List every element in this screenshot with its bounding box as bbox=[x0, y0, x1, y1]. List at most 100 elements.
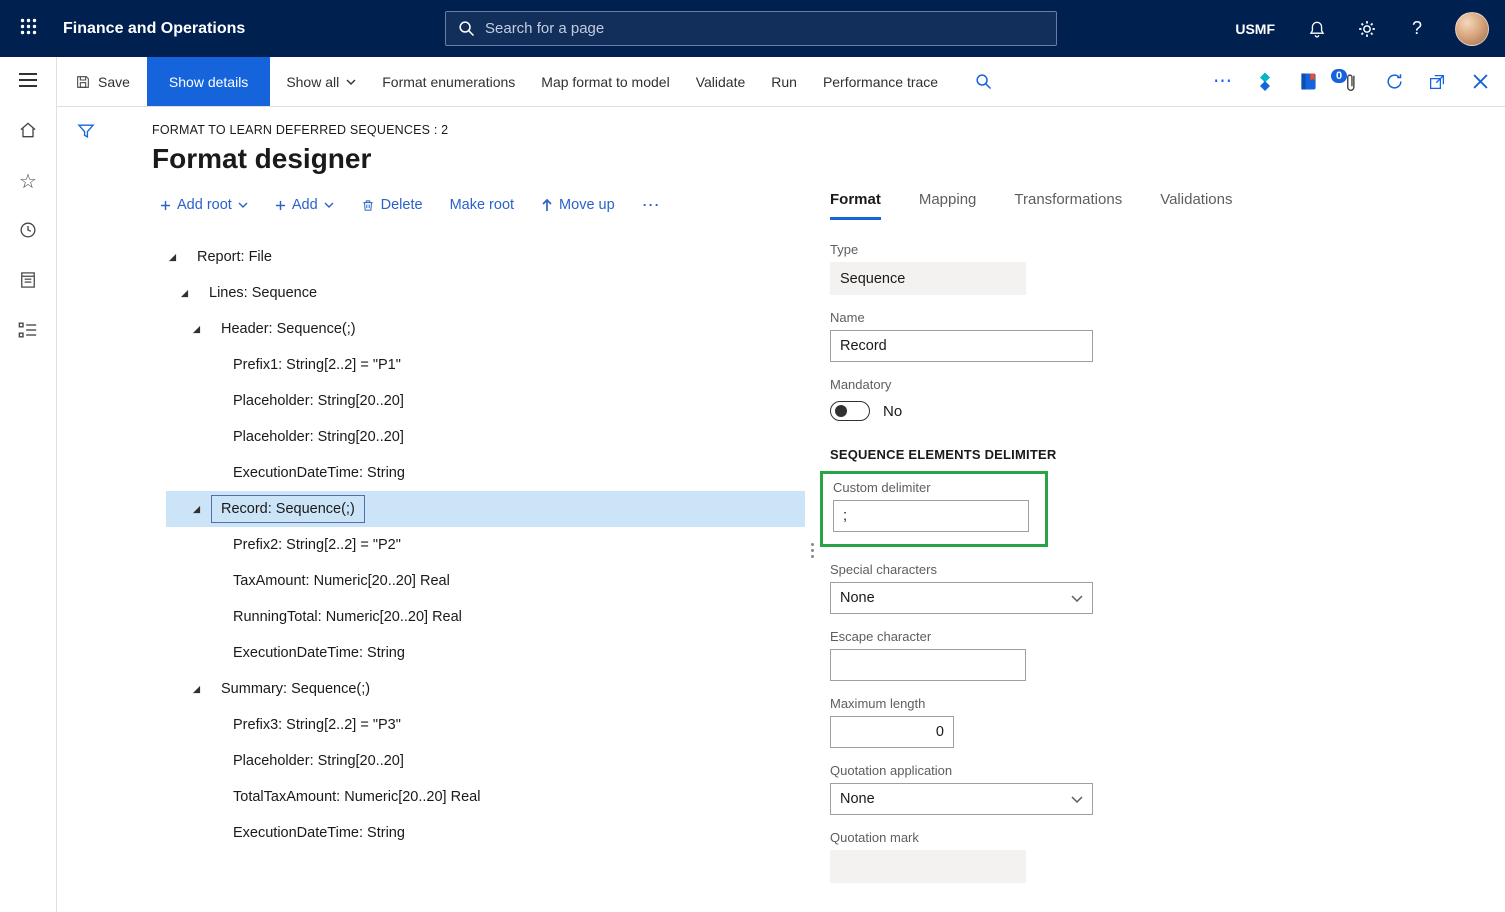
collapse-triangle-icon[interactable] bbox=[168, 253, 197, 262]
tree-node[interactable]: Placeholder: String[20..20] bbox=[166, 419, 805, 455]
special-characters-value: None bbox=[840, 590, 875, 606]
home-button[interactable] bbox=[0, 107, 56, 157]
company-picker[interactable]: USMF bbox=[1235, 21, 1275, 37]
tree-node[interactable]: Placeholder: String[20..20] bbox=[166, 383, 805, 419]
move-up-button[interactable]: Move up bbox=[541, 197, 615, 213]
tree-node[interactable]: Header: Sequence(;) bbox=[166, 311, 805, 347]
more-options-button[interactable]: ⋯ bbox=[1213, 72, 1233, 91]
mandatory-label: Mandatory bbox=[830, 377, 902, 392]
maximum-length-input[interactable] bbox=[830, 716, 954, 748]
tree-node[interactable]: Prefix1: String[2..2] = "P1" bbox=[166, 347, 805, 383]
custom-delimiter-label: Custom delimiter bbox=[833, 480, 1029, 495]
mandatory-toggle[interactable] bbox=[830, 401, 870, 421]
tree-toolbar-more-button[interactable]: ⋯ bbox=[642, 195, 661, 216]
validate-button[interactable]: Validate bbox=[683, 57, 759, 106]
tab-transformations[interactable]: Transformations bbox=[1014, 191, 1122, 220]
notifications-bell-icon[interactable] bbox=[1305, 19, 1329, 39]
attachments-button[interactable]: 0 bbox=[1340, 71, 1362, 92]
tree-toolbar: Add root Add bbox=[152, 191, 805, 219]
designer-apps-icon[interactable] bbox=[1254, 72, 1276, 92]
left-navigation-rail: ☆ bbox=[0, 57, 57, 912]
page-content: FORMAT TO LEARN DEFERRED SEQUENCES : 2 F… bbox=[57, 107, 1505, 912]
quotation-application-field-group: Quotation application None bbox=[830, 763, 1093, 815]
open-in-new-window-button[interactable] bbox=[1426, 73, 1448, 91]
map-format-to-model-label: Map format to model bbox=[541, 74, 669, 90]
app-title[interactable]: Finance and Operations bbox=[63, 20, 245, 38]
star-icon: ☆ bbox=[19, 172, 37, 192]
save-button[interactable]: Save bbox=[57, 57, 144, 106]
add-button[interactable]: Add bbox=[275, 197, 334, 213]
close-button[interactable] bbox=[1469, 74, 1491, 89]
make-root-label: Make root bbox=[450, 197, 514, 213]
action-pane-right-cluster: ⋯ 0 bbox=[1213, 57, 1505, 106]
tree-node[interactable]: Prefix2: String[2..2] = "P2" bbox=[166, 527, 805, 563]
hamburger-menu-button[interactable] bbox=[0, 57, 56, 107]
tree-node[interactable]: Summary: Sequence(;) bbox=[166, 671, 805, 707]
tree-node[interactable]: Placeholder: String[20..20] bbox=[166, 743, 805, 779]
app-launcher-button[interactable] bbox=[0, 0, 57, 57]
validate-label: Validate bbox=[696, 74, 746, 90]
custom-delimiter-input[interactable] bbox=[833, 500, 1029, 532]
action-pane-search-button[interactable] bbox=[959, 57, 1008, 106]
search-input[interactable] bbox=[485, 20, 1044, 37]
favorites-button[interactable]: ☆ bbox=[0, 157, 56, 207]
performance-trace-button[interactable]: Performance trace bbox=[810, 57, 951, 106]
tree-node[interactable]: TotalTaxAmount: Numeric[20..20] Real bbox=[166, 779, 805, 815]
tree-node-label: RunningTotal: Numeric[20..20] Real bbox=[233, 609, 462, 625]
tree-node[interactable]: TaxAmount: Numeric[20..20] Real bbox=[166, 563, 805, 599]
tree-node[interactable]: ExecutionDateTime: String bbox=[166, 455, 805, 491]
avatar[interactable] bbox=[1455, 12, 1489, 46]
quotation-application-select[interactable]: None bbox=[830, 783, 1093, 815]
collapse-triangle-icon[interactable] bbox=[192, 325, 221, 334]
show-details-button[interactable]: Show details bbox=[147, 57, 270, 106]
name-label: Name bbox=[830, 310, 1093, 325]
search-icon bbox=[458, 20, 475, 37]
tree-node[interactable]: Lines: Sequence bbox=[166, 275, 805, 311]
form-document-icon bbox=[18, 270, 38, 295]
settings-gear-icon[interactable] bbox=[1355, 19, 1379, 39]
tab-mapping[interactable]: Mapping bbox=[919, 191, 977, 220]
format-enumerations-label: Format enumerations bbox=[382, 74, 515, 90]
make-root-button[interactable]: Make root bbox=[450, 197, 514, 213]
hierarchy-list-icon bbox=[18, 321, 38, 344]
navigation-list-button[interactable] bbox=[0, 307, 56, 357]
help-icon[interactable]: ? bbox=[1405, 18, 1429, 39]
format-enumerations-button[interactable]: Format enumerations bbox=[369, 57, 528, 106]
name-input[interactable] bbox=[830, 330, 1093, 362]
refresh-button[interactable] bbox=[1383, 72, 1405, 91]
special-characters-select[interactable]: None bbox=[830, 582, 1093, 614]
tab-format[interactable]: Format bbox=[830, 191, 881, 220]
filter-funnel-icon[interactable] bbox=[76, 121, 96, 146]
arrow-up-icon bbox=[541, 198, 553, 212]
collapse-triangle-icon[interactable] bbox=[180, 289, 209, 298]
type-value: Sequence bbox=[830, 262, 1026, 295]
filter-column bbox=[57, 107, 115, 912]
format-structure-tree: Report: FileLines: SequenceHeader: Seque… bbox=[152, 239, 805, 851]
show-all-menu-button[interactable]: Show all bbox=[273, 57, 369, 106]
tree-node[interactable]: Prefix3: String[2..2] = "P3" bbox=[166, 707, 805, 743]
forms-button[interactable] bbox=[0, 257, 56, 307]
page-search-box[interactable] bbox=[445, 11, 1057, 46]
tab-validations[interactable]: Validations bbox=[1160, 191, 1232, 220]
tree-node[interactable]: ExecutionDateTime: String bbox=[166, 815, 805, 851]
tree-node[interactable]: RunningTotal: Numeric[20..20] Real bbox=[166, 599, 805, 635]
mandatory-value: No bbox=[883, 403, 902, 420]
escape-character-input[interactable] bbox=[830, 649, 1026, 681]
run-button[interactable]: Run bbox=[758, 57, 810, 106]
tree-node[interactable]: ExecutionDateTime: String bbox=[166, 635, 805, 671]
delete-label: Delete bbox=[381, 197, 423, 213]
recent-button[interactable] bbox=[0, 207, 56, 257]
tree-node-label: Placeholder: String[20..20] bbox=[233, 429, 404, 445]
add-root-button[interactable]: Add root bbox=[160, 197, 248, 213]
task-guide-icon[interactable] bbox=[1297, 72, 1319, 91]
add-root-label: Add root bbox=[177, 197, 232, 213]
map-format-to-model-button[interactable]: Map format to model bbox=[528, 57, 682, 106]
tree-node-label: Placeholder: String[20..20] bbox=[233, 393, 404, 409]
pane-splitter[interactable] bbox=[805, 191, 819, 912]
save-floppy-icon bbox=[75, 74, 91, 90]
delete-button[interactable]: Delete bbox=[361, 197, 423, 213]
tree-node[interactable]: Report: File bbox=[166, 239, 805, 275]
collapse-triangle-icon[interactable] bbox=[192, 685, 221, 694]
add-label: Add bbox=[292, 197, 318, 213]
tree-node[interactable]: Record: Sequence(;) bbox=[166, 491, 805, 527]
